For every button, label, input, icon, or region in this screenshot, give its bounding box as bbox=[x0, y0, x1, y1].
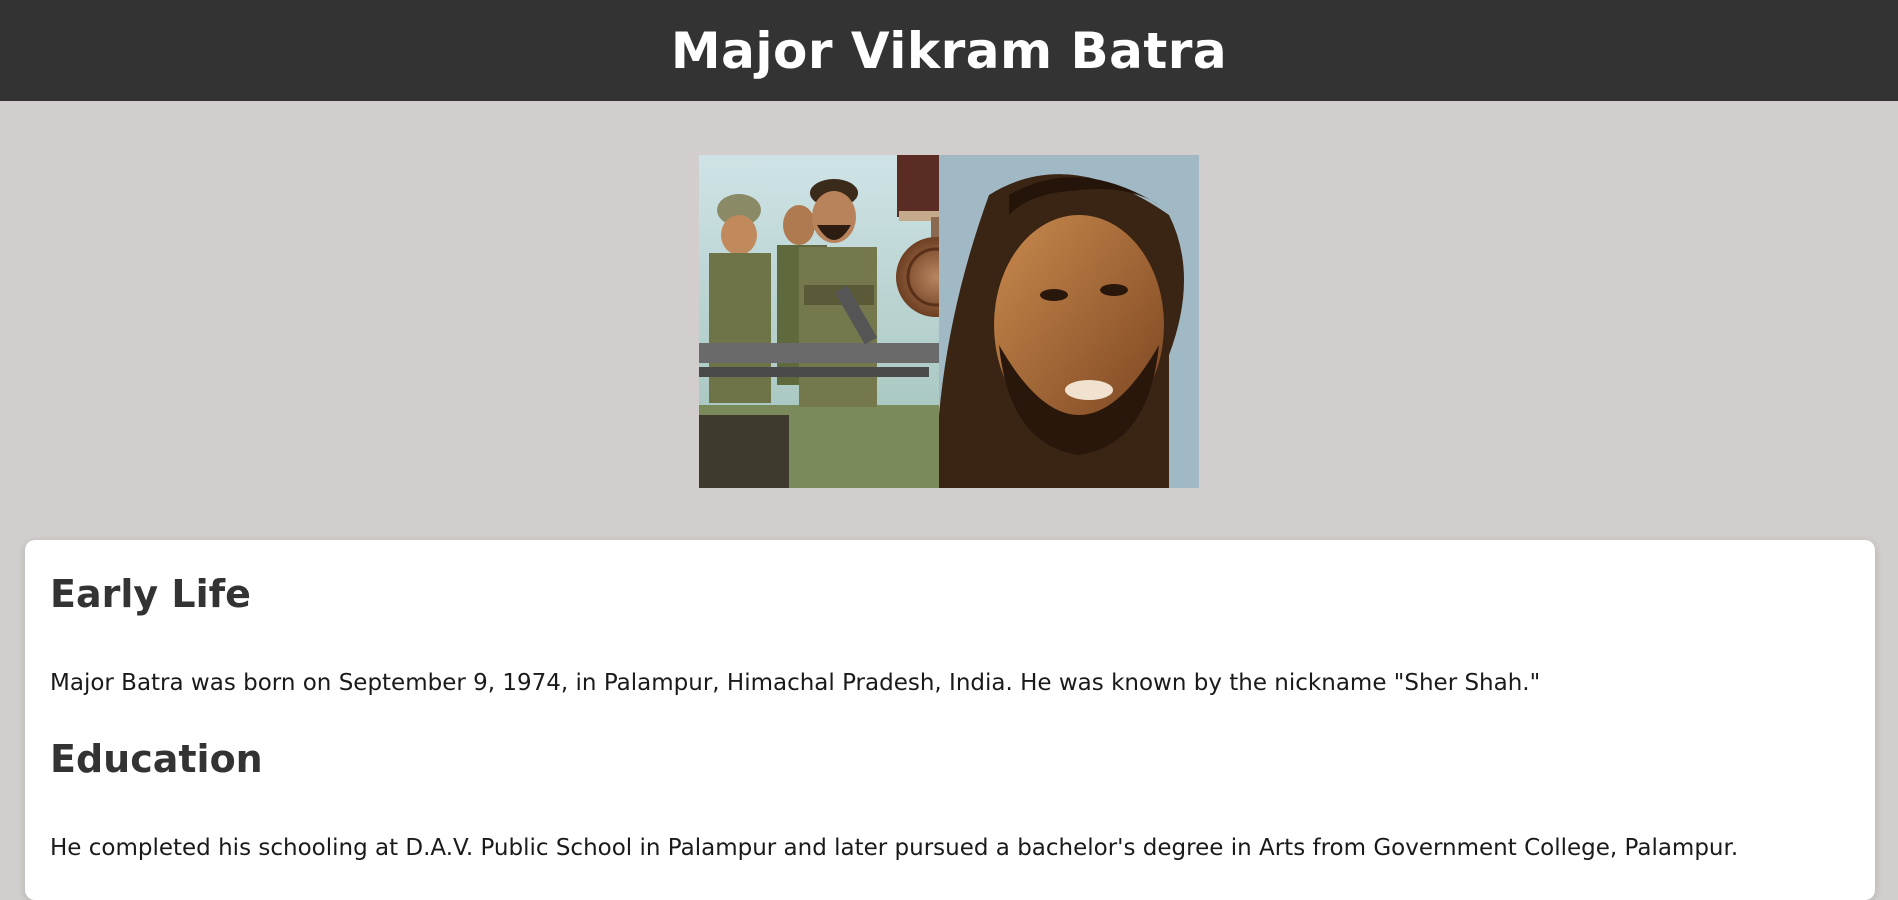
content-card: Early Life Major Batra was born on Septe… bbox=[25, 540, 1875, 900]
education-text: He completed his schooling at D.A.V. Pub… bbox=[50, 835, 1739, 861]
page-header: Major Vikram Batra bbox=[0, 0, 1898, 101]
education-heading: Education bbox=[50, 737, 263, 781]
hero-container bbox=[0, 101, 1898, 488]
hero-photo bbox=[699, 155, 1199, 488]
page-title: Major Vikram Batra bbox=[670, 21, 1228, 80]
early-life-heading: Early Life bbox=[50, 572, 251, 616]
early-life-text: Major Batra was born on September 9, 197… bbox=[50, 670, 1541, 696]
